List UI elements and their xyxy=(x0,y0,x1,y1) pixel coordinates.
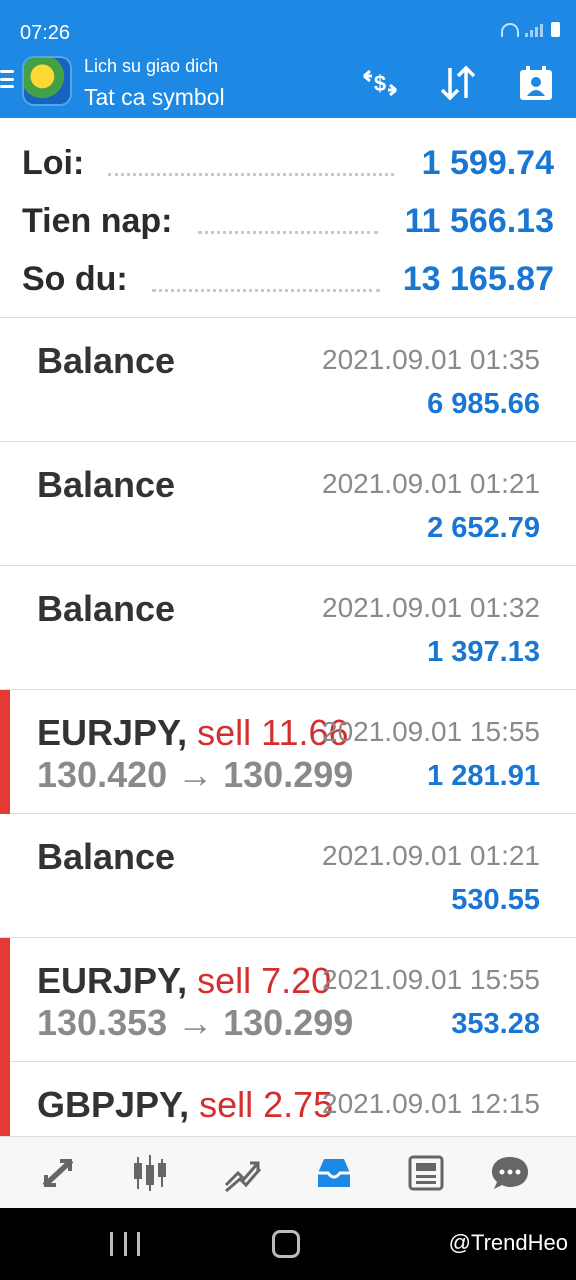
item-symbol: EURJPY, xyxy=(37,960,188,1001)
recent-apps-button[interactable] xyxy=(110,1232,140,1256)
list-item-trade[interactable]: EURJPY, sell 7.20 2021.09.01 15:55 130.3… xyxy=(0,938,576,1062)
battery-icon xyxy=(551,22,560,37)
item-amount: 6 985.66 xyxy=(427,388,540,420)
chat-icon[interactable] xyxy=(488,1151,532,1195)
item-title: Balance xyxy=(37,588,176,629)
currency-exchange-icon[interactable]: $ xyxy=(358,64,402,102)
item-side: sell 7.20 xyxy=(197,960,332,1001)
deposit-value: 11 566.13 xyxy=(404,202,554,240)
trade-icon[interactable] xyxy=(220,1151,264,1195)
menu-icon[interactable] xyxy=(0,70,14,88)
item-title: EURJPY, sell 11.66 xyxy=(37,712,349,754)
quotes-icon[interactable] xyxy=(36,1151,80,1195)
dotted-leader xyxy=(108,172,394,176)
history-icon[interactable] xyxy=(312,1151,356,1195)
wifi-icon xyxy=(501,22,519,37)
chart-icon[interactable] xyxy=(128,1151,172,1195)
news-icon[interactable] xyxy=(404,1151,448,1195)
list-item-trade[interactable]: EURJPY, sell 11.66 2021.09.01 15:55 130.… xyxy=(0,690,576,814)
item-date: 2021.09.01 15:55 xyxy=(322,716,540,747)
item-title: Balance xyxy=(37,836,176,877)
list-item[interactable]: Balance 2021.09.01 01:32 1 397.13 xyxy=(0,566,576,690)
home-button[interactable] xyxy=(272,1230,300,1258)
item-amount: 1 281.91 xyxy=(427,760,540,792)
item-date: 2021.09.01 01:21 xyxy=(322,468,540,499)
list-item-trade[interactable]: GBPJPY, sell 2.75 2021.09.01 12:15 xyxy=(0,1062,576,1136)
bottom-navigation xyxy=(0,1136,576,1208)
item-date: 2021.09.01 01:32 xyxy=(322,592,540,623)
item-date: 2021.09.01 12:15 xyxy=(322,1088,540,1119)
sort-icon[interactable] xyxy=(436,64,480,102)
item-date: 2021.09.01 01:21 xyxy=(322,840,540,871)
signal-icon xyxy=(525,23,545,37)
balance-label: So du: xyxy=(22,260,128,298)
svg-text:$: $ xyxy=(374,71,386,96)
item-date: 2021.09.01 01:35 xyxy=(322,344,540,375)
deposit-label: Tien nap: xyxy=(22,202,173,240)
dotted-leader xyxy=(152,288,380,292)
profit-label: Loi: xyxy=(22,144,85,182)
item-amount: 353.28 xyxy=(451,1008,540,1040)
status-icons xyxy=(501,22,560,37)
app-header: 07:26 Lich su giao dich Tat ca symbol $ xyxy=(0,0,576,118)
list-item[interactable]: Balance 2021.09.01 01:35 6 985.66 xyxy=(0,318,576,442)
page-title: Lich su giao dich xyxy=(84,56,219,76)
symbol-filter[interactable]: Tat ca symbol xyxy=(84,84,225,111)
dotted-leader xyxy=(198,230,378,234)
history-list[interactable]: Balance 2021.09.01 01:35 6 985.66 Balanc… xyxy=(0,318,576,1136)
item-prices: 130.353 → 130.299 xyxy=(37,1002,354,1043)
item-title: Balance xyxy=(37,340,176,381)
status-time: 07:26 xyxy=(20,22,71,44)
item-date: 2021.09.01 15:55 xyxy=(322,964,540,995)
watermark: @TrendHeo xyxy=(448,1230,568,1255)
summary-row-balance: So du: 13 165.87 xyxy=(0,254,576,304)
item-title: EURJPY, sell 7.20 xyxy=(37,960,331,1002)
system-navigation-bar: @TrendHeo xyxy=(0,1208,576,1280)
balance-value: 13 165.87 xyxy=(402,260,554,298)
app-logo xyxy=(24,58,70,104)
calendar-user-icon[interactable] xyxy=(514,64,558,102)
profit-value: 1 599.74 xyxy=(421,144,554,182)
item-title: Balance xyxy=(37,464,176,505)
list-item[interactable]: Balance 2021.09.01 01:21 530.55 xyxy=(0,814,576,938)
summary-row-deposit: Tien nap: 11 566.13 xyxy=(0,196,576,246)
summary-panel: Loi: 1 599.74 Tien nap: 11 566.13 So du:… xyxy=(0,118,576,318)
summary-row-profit: Loi: 1 599.74 xyxy=(0,138,576,188)
item-prices: 130.420 → 130.299 xyxy=(37,754,354,795)
item-amount: 1 397.13 xyxy=(427,636,540,668)
item-amount: 530.55 xyxy=(451,884,540,916)
item-symbol: EURJPY, xyxy=(37,712,188,753)
item-title: GBPJPY, sell 2.75 xyxy=(37,1084,333,1126)
item-symbol: GBPJPY, xyxy=(37,1084,190,1125)
item-amount: 2 652.79 xyxy=(427,512,540,544)
item-side: sell 2.75 xyxy=(199,1084,334,1125)
list-item[interactable]: Balance 2021.09.01 01:21 2 652.79 xyxy=(0,442,576,566)
